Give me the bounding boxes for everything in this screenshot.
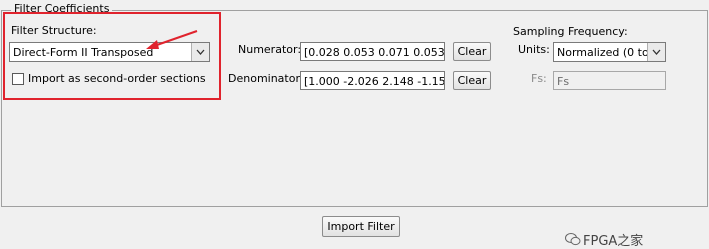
- numerator-value: [0.028 0.053 0.071 0.053 0.0: [304, 46, 445, 59]
- fs-label: Fs:: [531, 72, 547, 85]
- denominator-label: Denominator:: [228, 72, 304, 85]
- watermark-text: FPGA之家: [583, 234, 644, 249]
- denominator-field[interactable]: [1.000 -2.026 2.148 -1.159 0.: [300, 71, 445, 90]
- units-dropdown[interactable]: Normalized (0 to ...: [553, 42, 666, 62]
- fs-field[interactable]: Fs: [553, 71, 666, 90]
- denominator-clear-button[interactable]: Clear: [453, 71, 491, 90]
- units-label: Units:: [518, 43, 550, 56]
- fs-placeholder: Fs: [557, 75, 570, 88]
- sampling-frequency-title: Sampling Frequency:: [513, 25, 628, 38]
- annotation-arrow-icon: [146, 30, 198, 49]
- import-filter-button[interactable]: Import Filter: [322, 216, 400, 237]
- annotation-highlight-box: [3, 12, 221, 100]
- numerator-label: Numerator:: [238, 43, 302, 56]
- numerator-clear-button[interactable]: Clear: [453, 42, 491, 61]
- chevron-down-icon[interactable]: [647, 43, 665, 61]
- denominator-value: [1.000 -2.026 2.148 -1.159 0.: [304, 75, 445, 88]
- wechat-icon: [565, 233, 581, 246]
- numerator-field[interactable]: [0.028 0.053 0.071 0.053 0.0: [300, 42, 445, 61]
